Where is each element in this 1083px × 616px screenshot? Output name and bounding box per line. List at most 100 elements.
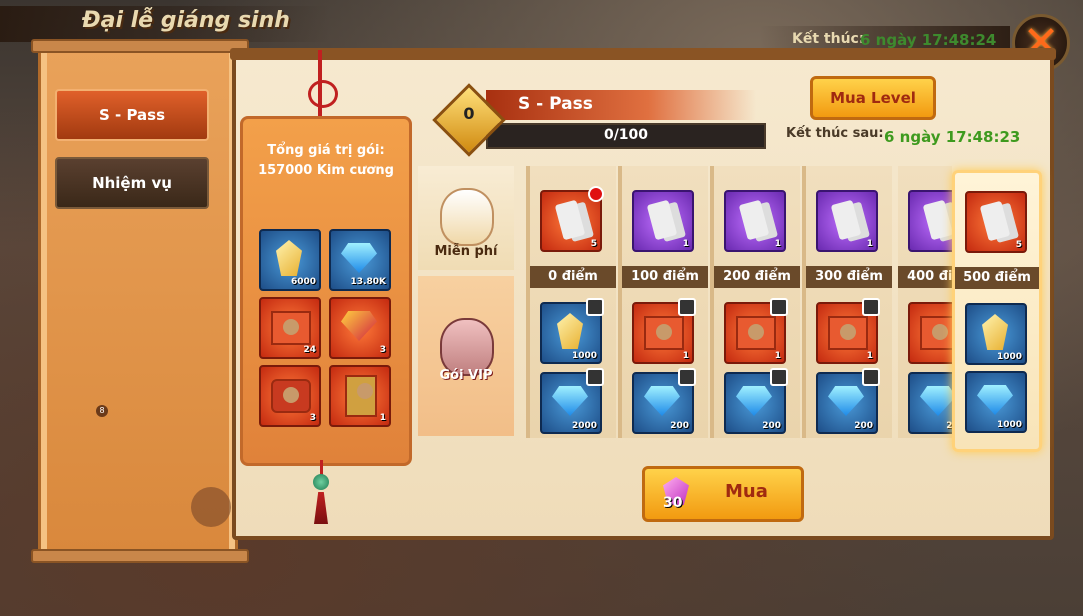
treasure-chest-icon: [271, 379, 311, 413]
item-count: 13.80K: [350, 277, 386, 287]
lock-icon: [586, 368, 604, 386]
red-envelope-icon: [920, 316, 952, 350]
pack-item[interactable]: 3: [329, 297, 391, 359]
end-after-time: 6 ngày 17:48:23: [884, 128, 1021, 146]
joystick-icon[interactable]: [191, 487, 231, 527]
buy-price: 30: [663, 495, 683, 511]
red-envelope-icon: [271, 311, 311, 345]
vip-reward[interactable]: 200: [908, 372, 952, 434]
blue-diamond-icon: [341, 243, 377, 273]
scroll-rod-bottom: [31, 549, 249, 563]
tier-column: 1 300 điểm 1 200: [802, 166, 892, 438]
tab-missions[interactable]: Nhiệm vụ: [55, 157, 209, 209]
blue-diamond-icon: [977, 385, 1013, 415]
item-count: 1000: [571, 351, 597, 361]
vip-reward[interactable]: 200: [724, 368, 788, 434]
red-scroll-icon: [979, 200, 1011, 242]
buy-level-button[interactable]: Mua Level: [810, 76, 936, 120]
vip-reward[interactable]: 1000: [965, 303, 1027, 365]
item-count: 200: [670, 421, 689, 431]
lock-icon: [678, 298, 696, 316]
tier-column: 1 200 điểm 1 200: [710, 166, 800, 438]
tier-points: 400 điểm: [898, 266, 952, 288]
item-count: 1: [774, 239, 781, 249]
pack-item[interactable]: 1: [329, 365, 391, 427]
vip-reward[interactable]: 1: [724, 298, 788, 364]
blue-diamond-icon: [736, 386, 772, 416]
event-end-label: Kết thúc:: [792, 31, 865, 47]
end-after-label: Kết thúc sau:: [786, 126, 884, 141]
vip-reward[interactable]: 2000: [540, 368, 604, 434]
free-reward[interactable]: 5: [540, 186, 604, 252]
item-count: 5: [1015, 240, 1022, 250]
pack-title-line2: 157000 Kim cương: [258, 163, 394, 178]
free-reward[interactable]: 1: [816, 190, 878, 252]
red-scroll-icon: [554, 199, 586, 241]
vip-label: Gói VIP: [439, 368, 493, 383]
tab-s-pass[interactable]: S - Pass: [55, 89, 209, 141]
card-icon: [345, 375, 377, 417]
jade-bead-icon: [313, 474, 329, 490]
lock-icon: [862, 298, 880, 316]
board-top-edge: [230, 48, 1056, 60]
tier-points: 200 điểm: [714, 266, 800, 288]
yellow-crystal-icon: [557, 313, 583, 349]
item-count: 1: [866, 239, 873, 249]
vip-reward[interactable]: 1: [632, 298, 696, 364]
sidebar: S - Pass Nhiệm vụ 8: [31, 39, 249, 563]
item-count: 5: [590, 239, 597, 249]
vip-reward[interactable]: 200: [816, 368, 880, 434]
vip-reward[interactable]: 1: [908, 302, 952, 364]
free-reward[interactable]: 5: [965, 191, 1027, 253]
vip-reward[interactable]: 1: [816, 298, 880, 364]
vip-reward[interactable]: 1000: [965, 371, 1027, 433]
blue-diamond-icon: [920, 386, 952, 416]
item-count: 1: [379, 413, 386, 423]
tier-points: 500 điểm: [955, 267, 1039, 289]
lock-icon: [586, 298, 604, 316]
tier-points: 0 điểm: [530, 266, 616, 288]
milestone-tier: 5 500 điểm 1000 1000: [952, 170, 1042, 452]
buy-label: Mua: [725, 481, 768, 502]
item-count: 1: [682, 239, 689, 249]
pack-item[interactable]: 6000: [259, 229, 321, 291]
vip-reward[interactable]: 1000: [540, 298, 604, 364]
lock-icon: [770, 368, 788, 386]
purple-scroll-icon: [738, 199, 770, 241]
pack-item[interactable]: 24: [259, 297, 321, 359]
tab-label: S - Pass: [98, 106, 166, 124]
red-envelope-icon: [828, 316, 868, 350]
vip-reward[interactable]: 200: [632, 368, 696, 434]
blue-diamond-icon: [644, 386, 680, 416]
treasure-box-icon: [341, 311, 377, 341]
free-reward[interactable]: 1: [908, 190, 952, 252]
notification-dot: [588, 186, 604, 202]
blue-diamond-icon: [552, 386, 588, 416]
pass-progress-bar: 0/100: [486, 123, 766, 149]
free-reward[interactable]: 1: [724, 190, 786, 252]
scroll-rod-top: [31, 39, 249, 53]
buy-button[interactable]: 30 Mua: [642, 466, 804, 522]
pack-scroll: Tổng giá trị gói: 157000 Kim cương 6000 …: [240, 116, 412, 466]
lock-icon: [862, 368, 880, 386]
pack-item[interactable]: 3: [259, 365, 321, 427]
item-count: 3: [379, 345, 386, 355]
pass-level: 0: [463, 104, 475, 123]
tier-column: 1 100 điểm 1 200: [618, 166, 708, 438]
item-count: 6000: [290, 277, 316, 287]
item-count: 1000: [996, 420, 1022, 430]
free-reward[interactable]: 1: [632, 190, 694, 252]
tab-label: Nhiệm vụ: [92, 174, 172, 192]
lock-icon: [770, 298, 788, 316]
column-divider: [802, 166, 806, 438]
vip-track-header: Gói VIP: [418, 276, 514, 436]
tier-points: 300 điểm: [806, 266, 892, 288]
blue-diamond-icon: [828, 386, 864, 416]
pack-item[interactable]: 13.80K: [329, 229, 391, 291]
red-envelope-icon: [736, 316, 776, 350]
page-title: Đại lễ giáng sinh: [82, 8, 290, 33]
yellow-crystal-icon: [982, 314, 1008, 350]
tier-column: 5 0 điểm 1000 2000: [526, 166, 616, 438]
purple-scroll-icon: [646, 199, 678, 241]
tier-column: 1 400 điểm 1 200: [898, 166, 952, 438]
